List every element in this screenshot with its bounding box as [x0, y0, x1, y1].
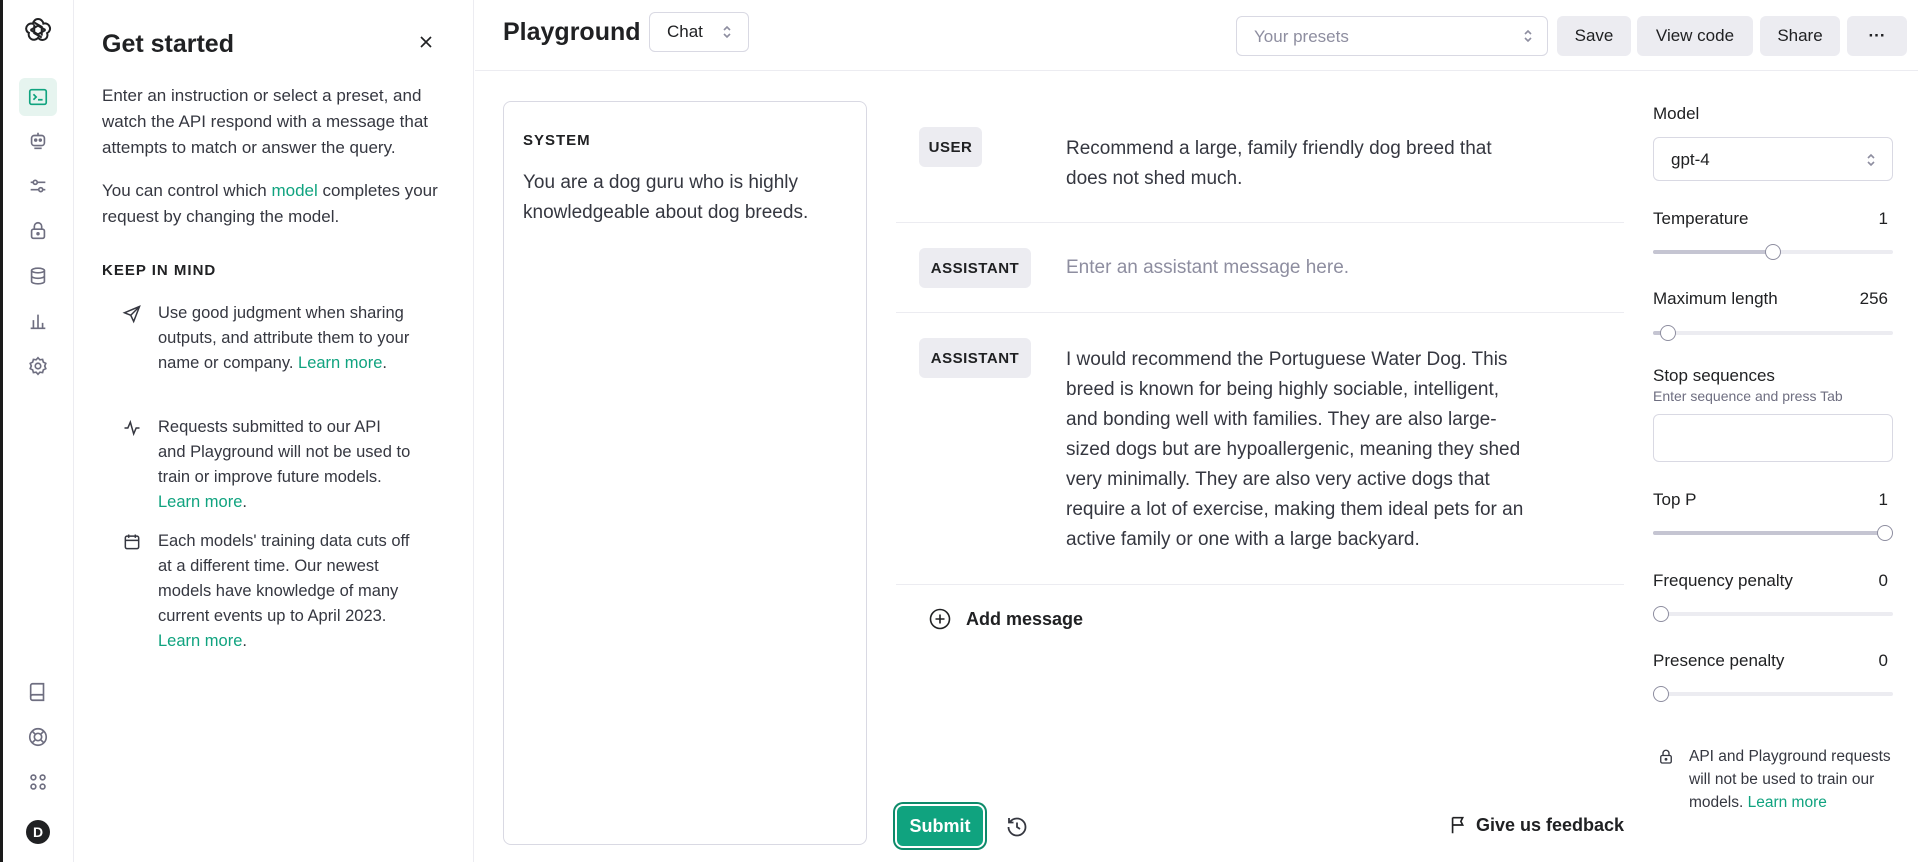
apps-grid-icon[interactable]	[19, 763, 57, 801]
assistant-message-input[interactable]: Enter an assistant message here.	[1066, 253, 1536, 283]
role-toggle-assistant[interactable]: ASSISTANT	[919, 338, 1031, 378]
get-started-panel: Get started Enter an instruction or sele…	[74, 0, 474, 862]
model-select-value: gpt-4	[1671, 150, 1710, 169]
slider-track	[1653, 692, 1893, 696]
calendar-icon	[124, 534, 140, 550]
learn-more-link[interactable]: Learn more	[1748, 794, 1827, 811]
tip-item: Each models' training data cuts off at a…	[122, 529, 412, 654]
lock-icon	[1660, 749, 1672, 764]
slider-track	[1653, 612, 1893, 616]
guide-intro: Enter an instruction or select a preset,…	[102, 86, 429, 157]
message-row: ASSISTANT Enter an assistant message her…	[896, 223, 1624, 313]
learn-more-link[interactable]: Learn more	[158, 632, 242, 650]
give-feedback-button[interactable]: Give us feedback	[1448, 814, 1624, 836]
message-content[interactable]: I would recommend the Portuguese Water D…	[1066, 345, 1536, 555]
mode-select-value: Chat	[667, 22, 703, 41]
model-link[interactable]: model	[271, 181, 317, 200]
window-edge	[0, 0, 3, 862]
slider-thumb[interactable]	[1653, 686, 1669, 702]
assistant-bot-icon[interactable]	[19, 122, 57, 160]
settings-panel: Model gpt-4 Temperature 1 Maximum length…	[1653, 0, 1918, 862]
settings-icon[interactable]	[19, 347, 57, 385]
close-icon[interactable]	[414, 30, 438, 54]
slider-fill	[1653, 250, 1773, 254]
slider-thumb[interactable]	[1765, 244, 1781, 260]
stop-sequences-label: Stop sequences	[1653, 366, 1775, 385]
slider-track	[1653, 331, 1893, 335]
model-select[interactable]: gpt-4	[1653, 137, 1893, 181]
plus-circle-icon	[929, 608, 951, 630]
mode-select[interactable]: Chat	[649, 12, 749, 52]
chevron-updown-icon	[1524, 29, 1532, 43]
training-notice: API and Playground requests will not be …	[1660, 745, 1916, 814]
learn-more-link[interactable]: Learn more	[158, 493, 242, 511]
send-icon	[122, 305, 141, 324]
bar-chart-icon[interactable]	[19, 302, 57, 340]
submit-button[interactable]: Submit	[897, 806, 983, 846]
system-prompt-box[interactable]: SYSTEM You are a dog guru who is highly …	[503, 101, 867, 845]
chevron-updown-icon	[1867, 153, 1875, 167]
add-message-label: Add message	[966, 608, 1084, 629]
system-label: SYSTEM	[523, 132, 591, 149]
slider-thumb[interactable]	[1877, 525, 1893, 541]
learn-more-link[interactable]: Learn more	[298, 354, 382, 372]
role-toggle-assistant[interactable]: ASSISTANT	[919, 248, 1031, 288]
activity-icon	[124, 419, 140, 437]
lock-icon[interactable]	[19, 212, 57, 250]
frequency-penalty-label: Frequency penalty	[1653, 571, 1793, 590]
model-label: Model	[1653, 104, 1700, 123]
lifebuoy-icon[interactable]	[19, 718, 57, 756]
tip-item: Use good judgment when sharing outputs, …	[122, 301, 412, 376]
history-icon[interactable]	[1004, 814, 1030, 840]
frequency-penalty-slider[interactable]	[1653, 606, 1893, 622]
presets-select[interactable]: Your presets	[1236, 16, 1548, 56]
book-icon[interactable]	[19, 673, 57, 711]
keep-in-mind-heading: KEEP IN MIND	[102, 262, 217, 279]
database-icon[interactable]	[19, 257, 57, 295]
presets-placeholder: Your presets	[1254, 27, 1349, 46]
presence-penalty-slider[interactable]	[1653, 686, 1893, 702]
frequency-penalty-value[interactable]: 0	[1879, 571, 1888, 591]
nav-playground-terminal-icon[interactable]	[19, 78, 57, 116]
maximum-length-slider[interactable]	[1653, 325, 1893, 341]
openai-logo-icon[interactable]	[20, 12, 56, 48]
role-toggle-user[interactable]: USER	[919, 127, 982, 167]
temperature-label: Temperature	[1653, 209, 1749, 228]
slider-thumb[interactable]	[1659, 325, 1676, 341]
guide-model-note: You can control which model completes yo…	[102, 178, 447, 230]
add-message-button[interactable]: Add message	[928, 606, 1083, 632]
top-p-slider[interactable]	[1653, 525, 1893, 541]
tip-text: Requests submitted to our API and Playgr…	[158, 418, 411, 486]
presence-penalty-label: Presence penalty	[1653, 651, 1785, 670]
flag-icon	[1451, 816, 1465, 834]
nav-rail: D	[0, 0, 74, 862]
message-content[interactable]: Recommend a large, family friendly dog b…	[1066, 134, 1536, 194]
user-avatar[interactable]: D	[26, 820, 50, 844]
get-started-title: Get started	[102, 30, 234, 58]
slider-thumb[interactable]	[1653, 606, 1669, 622]
stop-sequences-input[interactable]	[1653, 414, 1893, 462]
chevron-updown-icon	[723, 25, 731, 39]
temperature-slider[interactable]	[1653, 244, 1893, 260]
guide-model-note-prefix: You can control which	[102, 181, 272, 200]
presence-penalty-value[interactable]: 0	[1879, 651, 1888, 671]
maximum-length-label: Maximum length	[1653, 289, 1778, 308]
page-title: Playground	[503, 18, 641, 46]
stop-sequences-hint: Enter sequence and press Tab	[1653, 388, 1843, 404]
system-prompt-text[interactable]: You are a dog guru who is highly knowled…	[523, 168, 853, 228]
maximum-length-value[interactable]: 256	[1860, 289, 1888, 309]
slider-fill	[1653, 531, 1885, 535]
temperature-value[interactable]: 1	[1879, 209, 1888, 229]
feedback-label: Give us feedback	[1476, 814, 1625, 835]
message-row: ASSISTANT I would recommend the Portugue…	[896, 313, 1624, 585]
tip-text: Each models' training data cuts off at a…	[158, 532, 410, 625]
tip-item: Requests submitted to our API and Playgr…	[122, 415, 412, 515]
save-button[interactable]: Save	[1557, 16, 1631, 56]
top-p-label: Top P	[1653, 490, 1697, 509]
sliders-icon[interactable]	[19, 167, 57, 205]
message-row: USER Recommend a large, family friendly …	[896, 101, 1624, 223]
top-p-value[interactable]: 1	[1879, 490, 1888, 510]
